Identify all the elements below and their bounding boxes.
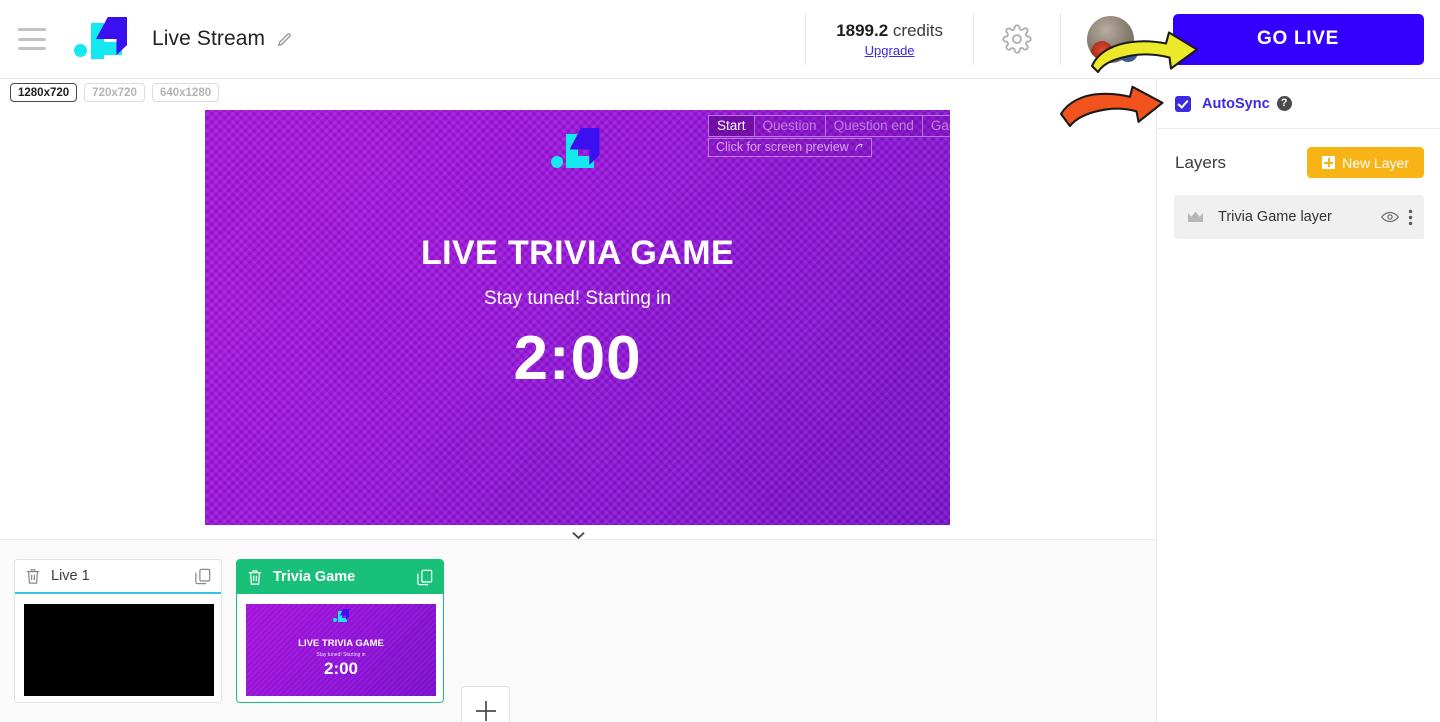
thumbnail-logo-l-horizontal (338, 618, 347, 622)
thumbnail-logo-dot (333, 618, 337, 622)
thumbnail-subtitle: Stay tuned! Starting in (316, 652, 366, 658)
credits-value: 1899.2 (836, 20, 889, 40)
thumbnail-timer: 2:00 (323, 659, 359, 678)
tab-question-end[interactable]: Question end (826, 116, 923, 136)
scene-card-trivia-game[interactable]: Trivia Game LIVE TRIVIA GAME Stay tuned!… (236, 559, 444, 703)
copy-icon[interactable] (195, 568, 211, 585)
credits-line: 1899.2 credits (836, 21, 943, 41)
scene-thumbnail (24, 604, 214, 696)
resolution-720x720[interactable]: 720x720 (84, 83, 145, 102)
autosync-label: AutoSync (1202, 95, 1270, 112)
stage-tabs: Start Question Question end Game end (708, 115, 950, 137)
tab-game-end[interactable]: Game end (923, 116, 950, 136)
layers-header: Layers New Layer (1157, 129, 1440, 178)
more-options-icon[interactable] (1408, 209, 1413, 226)
layer-item[interactable]: Trivia Game layer (1174, 195, 1424, 239)
scene-header: Trivia Game (237, 560, 443, 594)
pencil-icon[interactable] (276, 31, 293, 48)
tab-start[interactable]: Start (709, 116, 755, 136)
header-right-group: 1899.2 credits Upgrade f (805, 0, 1156, 78)
settings-button[interactable] (974, 24, 1060, 54)
top-header: Live Stream 1899.2 credits Upgrade f (0, 0, 1156, 79)
external-link-icon (854, 143, 863, 151)
upgrade-link[interactable]: Upgrade (836, 43, 943, 58)
scene-header: Live 1 (15, 560, 221, 594)
tab-question[interactable]: Question (755, 116, 826, 136)
scene-icons (417, 569, 433, 586)
page-title: Live Stream (152, 27, 266, 50)
right-panel: AutoSync ? Layers New Layer Trivia Game … (1156, 79, 1440, 722)
layers-title: Layers (1175, 152, 1227, 172)
scene-name: Live 1 (51, 568, 90, 584)
stage-title: LIVE TRIVIA GAME (420, 234, 735, 272)
restream-logo[interactable] (72, 15, 128, 63)
go-live-button[interactable]: GO LIVE (1172, 13, 1424, 65)
scenes-strip: Live 1 Trivia Game LIVE TRIVIA GAME Stay… (0, 539, 1156, 722)
scene-card-live-1[interactable]: Live 1 (14, 559, 222, 703)
new-layer-button[interactable]: New Layer (1307, 147, 1424, 178)
plus-icon (1322, 156, 1336, 169)
trash-icon[interactable] (247, 569, 263, 586)
gear-icon (1002, 24, 1032, 54)
app-root: Live Stream 1899.2 credits Upgrade f GO … (0, 0, 1440, 722)
new-layer-label: New Layer (1342, 154, 1409, 171)
thumbnail-title: LIVE TRIVIA GAME (298, 638, 384, 649)
autosync-row: AutoSync ? (1157, 79, 1440, 129)
facebook-badge-icon: f (1118, 41, 1138, 62)
credits-box: 1899.2 credits Upgrade (806, 21, 973, 58)
resolution-640x1280[interactable]: 640x1280 (151, 83, 220, 102)
main-area: 1280x720 720x720 640x1280 LIVE TRIVIA GA… (0, 79, 1156, 722)
trash-icon[interactable] (25, 568, 41, 585)
add-scene-button[interactable] (461, 686, 510, 722)
avatar[interactable]: f (1061, 15, 1156, 63)
stage-logo-dot (550, 156, 563, 168)
screen-preview-hint[interactable]: Click for screen preview (708, 138, 872, 157)
autosync-checkbox[interactable] (1175, 95, 1191, 112)
credits-label: credits (892, 20, 943, 40)
logo-dot (74, 44, 87, 57)
eye-icon[interactable] (1381, 210, 1399, 224)
help-icon[interactable]: ? (1276, 96, 1292, 111)
scene-name: Trivia Game (273, 569, 356, 585)
resolution-1280x720[interactable]: 1280x720 (10, 83, 78, 102)
scene-thumbnail: LIVE TRIVIA GAME Stay tuned! Starting in… (246, 604, 436, 696)
stage-logo (550, 126, 605, 174)
plus-icon (475, 700, 496, 721)
layer-name: Trivia Game layer (1218, 209, 1332, 225)
go-live-bar: GO LIVE (1156, 0, 1440, 79)
hamburger-icon[interactable] (18, 28, 46, 50)
copy-icon[interactable] (417, 569, 433, 586)
resolution-selector: 1280x720 720x720 640x1280 (10, 83, 220, 102)
stage-logo-l-horizontal (565, 156, 594, 168)
thumbnail-logo (333, 609, 349, 623)
stage-timer: 2:00 (513, 324, 642, 393)
scene-icons (195, 568, 211, 585)
crown-icon (1188, 211, 1203, 222)
screen-preview-hint-label: Click for screen preview (716, 140, 849, 154)
layer-actions (1381, 209, 1413, 226)
stage-preview[interactable]: LIVE TRIVIA GAME Stay tuned! Starting in… (205, 110, 950, 525)
stage-subtitle: Stay tuned! Starting in (484, 288, 671, 309)
